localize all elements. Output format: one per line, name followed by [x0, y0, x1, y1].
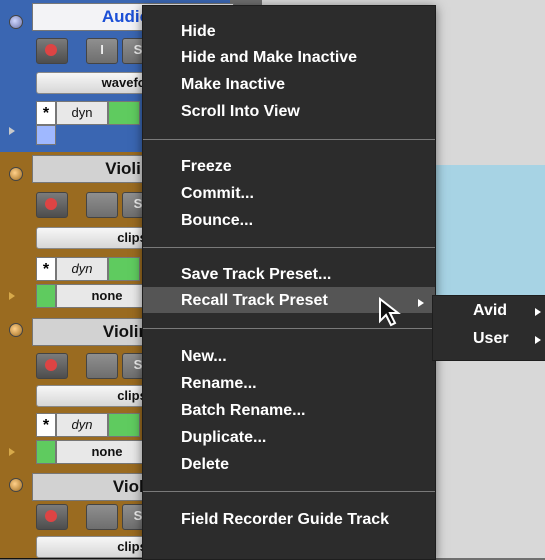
- submenu-arrow-icon: [418, 299, 424, 307]
- star-icon[interactable]: *: [36, 101, 56, 125]
- read-button[interactable]: [108, 413, 140, 437]
- automation-icon[interactable]: [36, 284, 56, 308]
- menu-item-commit[interactable]: Commit...: [181, 185, 254, 203]
- menu-separator: [143, 247, 435, 248]
- input-monitor-icon[interactable]: I: [86, 38, 118, 64]
- automation-icon[interactable]: [36, 440, 56, 464]
- record-icon[interactable]: [36, 38, 68, 64]
- automation-icon[interactable]: [36, 125, 56, 145]
- star-icon[interactable]: *: [36, 413, 56, 437]
- menu-item-recall-track-preset[interactable]: Recall Track Preset: [181, 292, 328, 310]
- record-icon[interactable]: [36, 192, 68, 218]
- cursor-icon: [379, 297, 401, 327]
- menu-separator: [143, 328, 435, 329]
- expand-triangle-icon[interactable]: [9, 448, 15, 456]
- track-select-button[interactable]: [9, 15, 23, 29]
- menu-item-field-recorder-guide-track[interactable]: Field Recorder Guide Track: [181, 511, 389, 529]
- read-button[interactable]: [108, 257, 140, 281]
- menu-item-bounce[interactable]: Bounce...: [181, 212, 253, 230]
- menu-item-rename[interactable]: Rename...: [181, 375, 257, 393]
- submenu-item-user[interactable]: User: [473, 330, 509, 348]
- dyn-button[interactable]: dyn: [56, 257, 108, 281]
- read-button[interactable]: [108, 101, 140, 125]
- menu-item-scroll-into-view[interactable]: Scroll Into View: [181, 103, 300, 121]
- record-icon[interactable]: [36, 353, 68, 379]
- star-icon[interactable]: *: [36, 257, 56, 281]
- input-monitor-icon[interactable]: [86, 504, 118, 530]
- track-context-menu[interactable]: Hide Hide and Make Inactive Make Inactiv…: [142, 5, 436, 560]
- dyn-button[interactable]: dyn: [56, 101, 108, 125]
- input-monitor-icon[interactable]: [86, 353, 118, 379]
- menu-separator: [143, 139, 435, 140]
- menu-item-hide[interactable]: Hide: [181, 23, 216, 41]
- menu-item-save-track-preset[interactable]: Save Track Preset...: [181, 266, 331, 284]
- submenu-arrow-icon: [535, 308, 541, 316]
- menu-item-freeze[interactable]: Freeze: [181, 158, 232, 176]
- menu-separator: [143, 491, 435, 492]
- menu-item-make-inactive[interactable]: Make Inactive: [181, 76, 285, 94]
- track-select-button[interactable]: [9, 167, 23, 181]
- track-color-strip: [0, 315, 30, 470]
- expand-triangle-icon[interactable]: [9, 292, 15, 300]
- menu-item-delete[interactable]: Delete: [181, 456, 229, 474]
- submenu-item-avid[interactable]: Avid: [473, 302, 507, 320]
- expand-triangle-icon[interactable]: [9, 127, 15, 135]
- dyn-button[interactable]: dyn: [56, 413, 108, 437]
- submenu-arrow-icon: [535, 336, 541, 344]
- input-monitor-icon[interactable]: [86, 192, 118, 218]
- menu-item-new[interactable]: New...: [181, 348, 227, 366]
- track-select-button[interactable]: [9, 323, 23, 337]
- track-select-button[interactable]: [9, 478, 23, 492]
- recall-preset-submenu[interactable]: Avid User: [432, 295, 545, 361]
- record-icon[interactable]: [36, 504, 68, 530]
- menu-item-batch-rename[interactable]: Batch Rename...: [181, 402, 305, 420]
- menu-item-hide-make-inactive[interactable]: Hide and Make Inactive: [181, 49, 357, 67]
- menu-item-duplicate[interactable]: Duplicate...: [181, 429, 266, 447]
